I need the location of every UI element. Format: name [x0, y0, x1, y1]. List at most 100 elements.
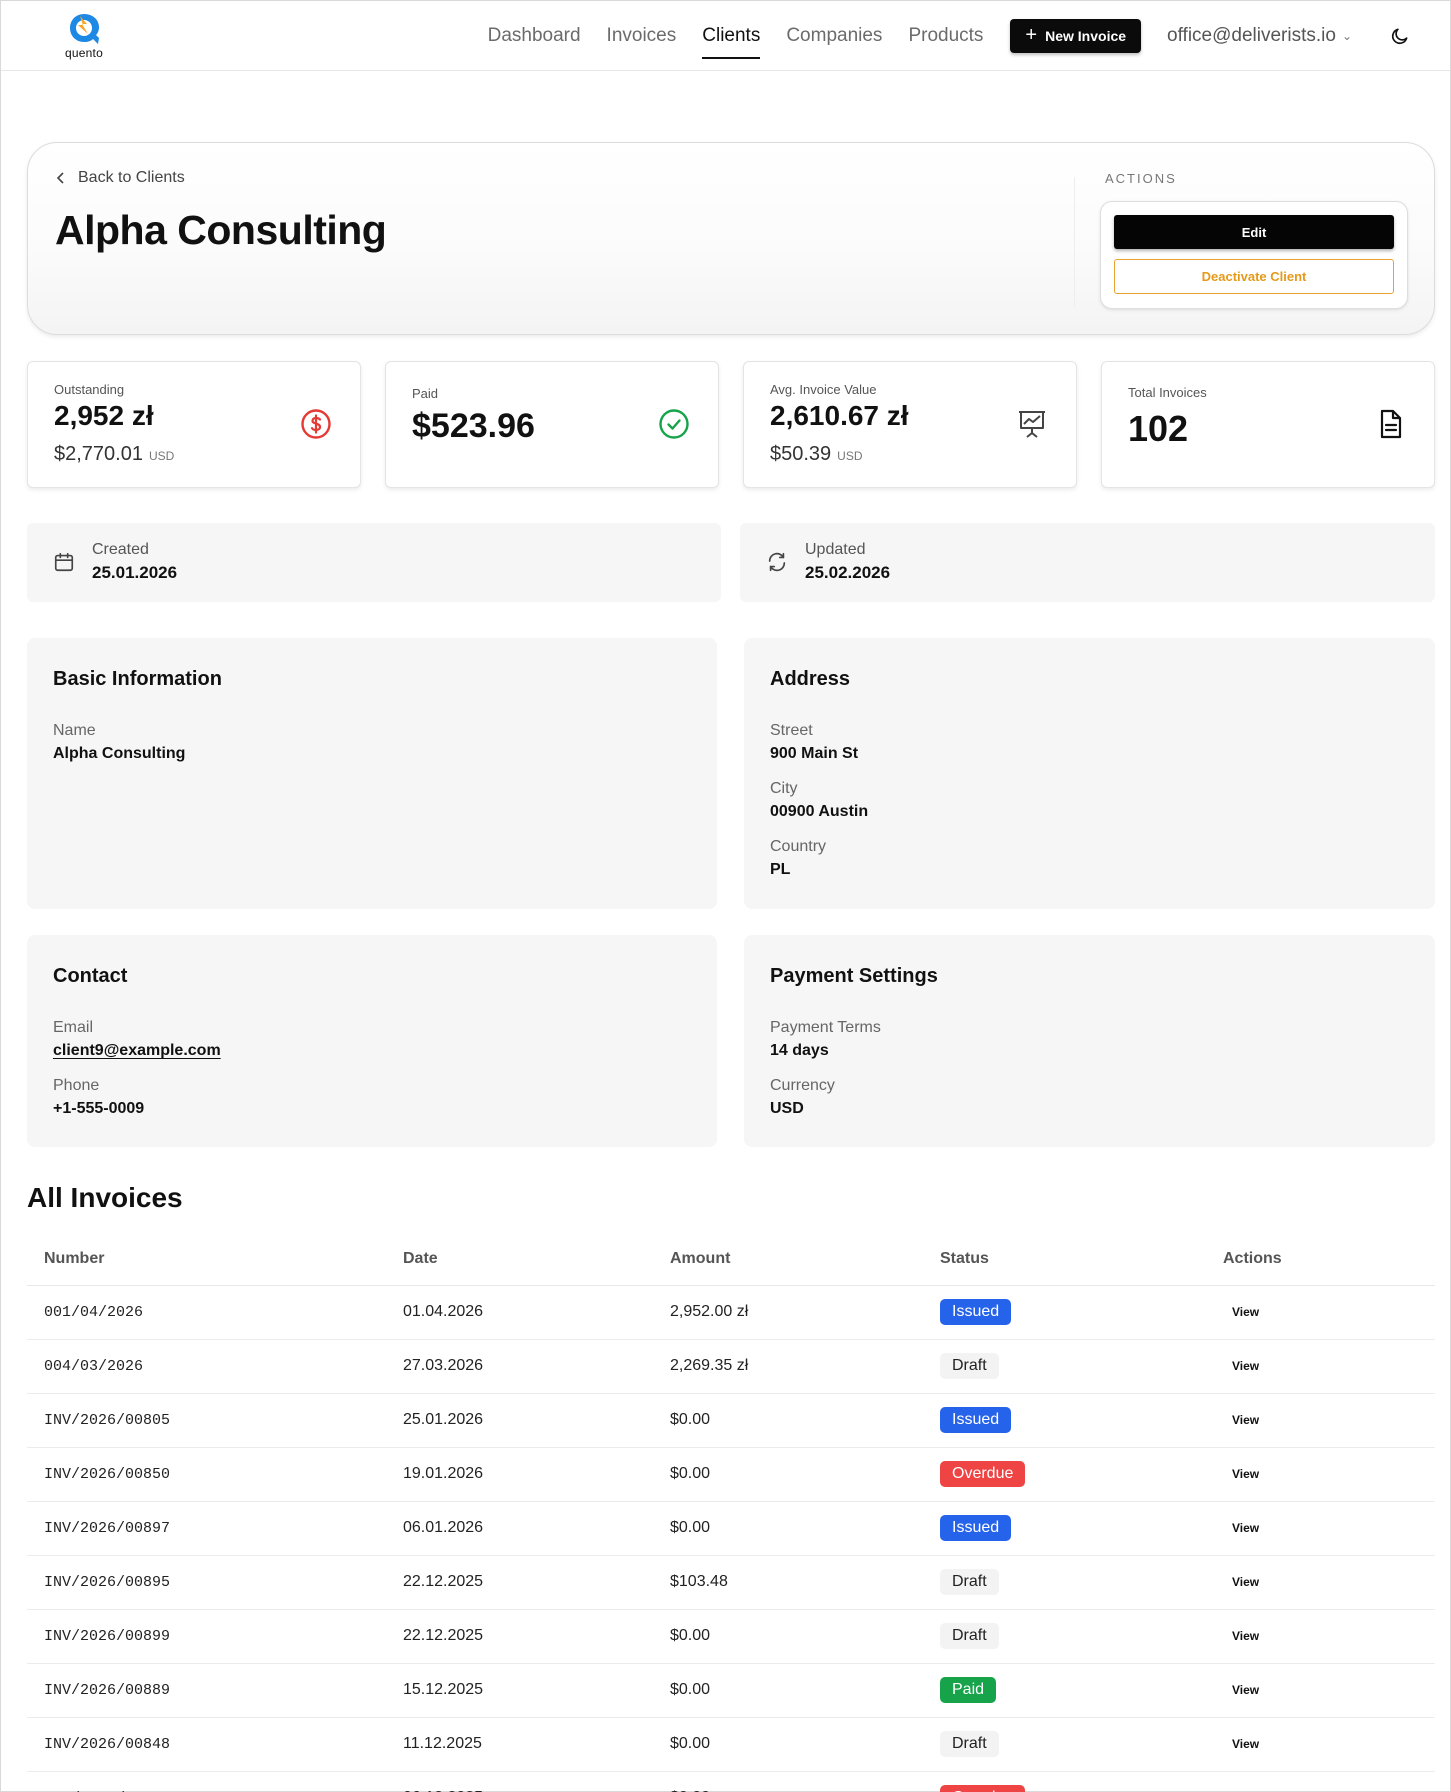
app-logo[interactable]: quento [59, 12, 109, 60]
stat-sub-value: $50.39 USD [770, 443, 863, 466]
nav-products[interactable]: Products [908, 19, 983, 53]
stat-label: Paid [412, 386, 439, 401]
deactivate-client-button[interactable]: Deactivate Client [1114, 259, 1394, 294]
invoice-date: 22.12.2025 [403, 1609, 670, 1664]
theme-toggle[interactable] [1390, 26, 1410, 46]
invoice-amount: 2,952.00 zł [670, 1285, 940, 1340]
plus-icon: + [1025, 23, 1038, 46]
stat-outstanding: Outstanding 2,952 zł $2,770.01 USD [27, 361, 361, 488]
card-title: Contact [53, 965, 128, 987]
invoice-number: INV/2026/00899 [27, 1609, 403, 1664]
invoice-status-cell: Issued [940, 1285, 1223, 1340]
field-value: +1-555-0009 [53, 1100, 145, 1117]
invoice-number: INV/2026/00897 [27, 1501, 403, 1556]
invoice-number: INV/2026/00848 [27, 1717, 403, 1772]
logo-text: quento [65, 45, 103, 60]
table-row[interactable]: INV/2026/0085306.12.2025$0.00Overdue View [27, 1771, 1435, 1792]
new-invoice-label: New Invoice [1045, 27, 1127, 44]
invoice-actions-cell: View [1223, 1501, 1435, 1556]
back-to-clients-link[interactable]: Back to Clients [56, 169, 185, 187]
account-menu[interactable]: office@deliverists.io ⌄ [1167, 25, 1352, 47]
table-row[interactable]: INV/2026/00897 06.01.2026 $0.00 Issued View [27, 1501, 1435, 1556]
account-email: office@deliverists.io [1167, 24, 1336, 46]
table-row[interactable]: INV/2026/00895 22.12.2025 $103.48 Draft View [27, 1555, 1435, 1610]
card-title: Basic Information [53, 668, 222, 690]
table-row[interactable]: INV/2026/00889 15.12.2025 $0.00 Paid View [27, 1663, 1435, 1718]
field-label: Payment Terms [770, 1019, 881, 1036]
invoice-amount: $0.00 [670, 1447, 940, 1502]
card-title: Payment Settings [770, 965, 938, 987]
field-value: USD [770, 1100, 804, 1117]
invoice-actions-cell: View [1223, 1771, 1435, 1792]
view-invoice-link[interactable]: View [1232, 1359, 1259, 1373]
invoice-actions-cell: View [1223, 1609, 1435, 1664]
view-invoice-link[interactable]: View [1232, 1575, 1259, 1589]
invoice-amount: 2,269.35 zł [670, 1339, 940, 1394]
created-value: 25.01.2026 [92, 563, 178, 582]
invoice-date: 25.01.2026 [403, 1393, 670, 1448]
contact-card: Contact Email client9@example.com Phone … [27, 935, 717, 1147]
table-row[interactable]: INV/2026/00805 25.01.2026 $0.00 Issued View [27, 1393, 1435, 1448]
table-row[interactable]: INV/2026/00848 11.12.2025 $0.00 Draft View [27, 1717, 1435, 1772]
invoice-amount: $0.00 [670, 1609, 940, 1664]
payment-settings-card: Payment Settings Payment Terms 14 days C… [744, 935, 1435, 1147]
invoice-number: INV/2026/00850 [27, 1447, 403, 1502]
stat-sub-value: $2,770.01 USD [54, 443, 174, 466]
nav-clients[interactable]: Clients [702, 19, 761, 59]
invoice-amount: $0.00 [670, 1717, 940, 1772]
stat-value: 102 [1128, 408, 1189, 449]
status-badge: Draft [940, 1569, 999, 1595]
status-badge: Issued [940, 1407, 1012, 1433]
invoice-amount: $0.00 [670, 1663, 940, 1718]
invoice-number: 004/03/2026 [27, 1339, 403, 1394]
invoice-actions-cell: View [1223, 1447, 1435, 1502]
updated-label: Updated [805, 541, 866, 558]
new-invoice-button[interactable]: + New Invoice [1010, 18, 1142, 53]
view-invoice-link[interactable]: View [1232, 1413, 1259, 1427]
stat-avg-invoice: Avg. Invoice Value 2,610.67 zł $50.39 USD [743, 361, 1077, 488]
invoice-rows: 001/04/2026 01.04.2026 2,952.00 zł Issued Vi… [27, 1285, 1435, 1792]
table-row[interactable]: 004/03/2026 27.03.2026 2,269.35 zł Draft Vie… [27, 1339, 1435, 1394]
invoice-amount: $103.48 [670, 1555, 940, 1610]
calendar-icon [54, 552, 74, 572]
stat-value: 2,952 zł [54, 400, 154, 431]
status-badge: Draft [940, 1731, 999, 1757]
invoice-actions-cell: View [1223, 1393, 1435, 1448]
email-link[interactable]: client9@example.com [53, 1042, 221, 1060]
table-row[interactable]: INV/2026/00850 19.01.2026 $0.00 Overdue View [27, 1447, 1435, 1502]
invoice-amount: $0.00 [670, 1501, 940, 1556]
section-title: All Invoices [27, 1182, 183, 1213]
view-invoice-link[interactable]: View [1232, 1521, 1259, 1535]
invoice-number: 001/04/2026 [27, 1285, 403, 1340]
view-invoice-link[interactable]: View [1232, 1467, 1259, 1481]
nav-invoices[interactable]: Invoices [607, 19, 677, 53]
field-value: 00900 Austin [770, 803, 869, 820]
table-row[interactable]: 001/04/2026 01.04.2026 2,952.00 zł Issued Vi… [27, 1285, 1435, 1340]
stat-sub-amount: $50.39 [770, 443, 832, 465]
view-invoice-link[interactable]: View [1232, 1305, 1259, 1319]
invoice-status-cell: Issued [940, 1501, 1223, 1556]
created-date-card: Created 25.01.2026 [27, 523, 721, 602]
invoice-actions-cell: View [1223, 1339, 1435, 1394]
basic-information-card: Basic Information Name Alpha Consulting [27, 638, 717, 909]
invoice-date: 06.01.2026 [403, 1501, 670, 1556]
status-badge: Overdue [940, 1461, 1026, 1487]
view-invoice-link[interactable]: View [1232, 1737, 1259, 1751]
table-row[interactable]: INV/2026/00899 22.12.2025 $0.00 Draft View [27, 1609, 1435, 1664]
invoice-actions-cell: View [1223, 1555, 1435, 1610]
stat-label: Total Invoices [1128, 385, 1207, 400]
view-invoice-link[interactable]: View [1232, 1629, 1259, 1643]
edit-button[interactable]: Edit [1114, 215, 1394, 249]
column-header-amount: Amount [670, 1233, 940, 1286]
view-invoice-link[interactable]: View [1232, 1683, 1259, 1697]
page-title: Alpha Consulting [55, 207, 387, 253]
field-value: Alpha Consulting [53, 745, 186, 762]
nav-dashboard[interactable]: Dashboard [488, 19, 581, 53]
nav-companies[interactable]: Companies [786, 19, 882, 53]
stat-sub-unit: USD [148, 449, 175, 463]
status-badge: Issued [940, 1515, 1012, 1541]
refresh-icon [768, 552, 786, 572]
invoice-number: INV/2026/00889 [27, 1663, 403, 1718]
stat-label: Outstanding [54, 382, 125, 397]
presentation-chart-icon [1019, 411, 1045, 438]
